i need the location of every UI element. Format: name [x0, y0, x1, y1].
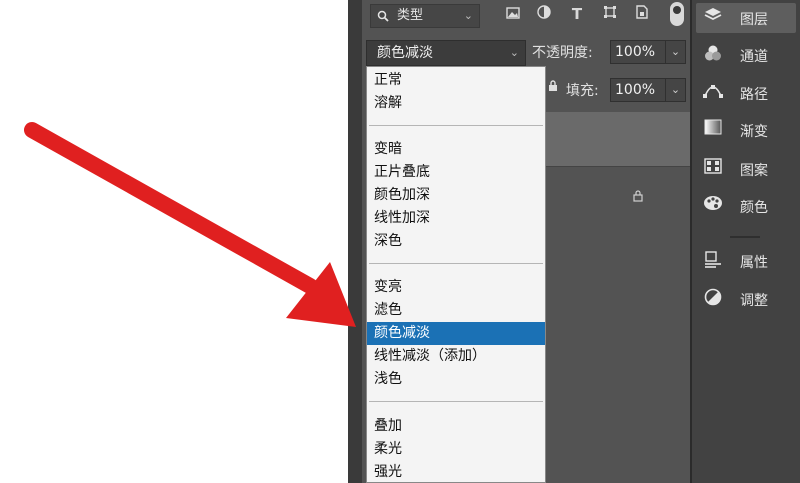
blend-option[interactable]: 正常: [367, 69, 545, 92]
dock-item-label: 通道: [740, 49, 768, 65]
menu-separator: [369, 401, 543, 402]
adjustment-filter-icon[interactable]: [534, 4, 554, 24]
blend-option[interactable]: 线性减淡（添加）: [367, 345, 545, 368]
menu-separator: [369, 125, 543, 126]
dock-item-channels[interactable]: 通道: [696, 40, 796, 70]
opacity-label: 不透明度:: [532, 45, 593, 61]
dock-divider: [730, 236, 760, 238]
dock-item-label: 路径: [740, 87, 768, 103]
dock-item-color[interactable]: 颜色: [696, 191, 796, 221]
dock-item-patterns[interactable]: 图案: [696, 154, 796, 184]
blend-option[interactable]: 叠加: [367, 415, 545, 438]
blend-option[interactable]: 线性加深: [367, 207, 545, 230]
paths-icon: [702, 82, 724, 104]
blend-option[interactable]: 变亮: [367, 276, 545, 299]
blend-option[interactable]: 强光: [367, 461, 545, 482]
dock-item-label: 颜色: [740, 200, 768, 216]
opacity-field[interactable]: 100%: [610, 40, 666, 64]
canvas-area: [0, 0, 362, 483]
chevron-down-icon: ⌄: [509, 46, 519, 59]
type-filter-icon[interactable]: T: [567, 4, 587, 24]
menu-separator: [369, 263, 543, 264]
gradients-icon: [702, 119, 724, 141]
blend-option[interactable]: 深色: [367, 230, 545, 253]
smart-object-filter-icon[interactable]: [632, 4, 652, 24]
panel-border: [348, 0, 362, 483]
filter-toggle[interactable]: [670, 2, 684, 26]
blend-option[interactable]: 变暗: [367, 138, 545, 161]
blend-mode-value: 颜色减淡: [377, 45, 433, 61]
dock-item-label: 渐变: [740, 124, 768, 140]
blend-mode-dropdown[interactable]: 正常 溶解 变暗 正片叠底 颜色加深 线性加深 深色 变亮 滤色 颜色减淡 线性…: [366, 66, 546, 483]
image-filter-icon[interactable]: [503, 4, 523, 24]
dock-item-properties[interactable]: 属性: [696, 246, 796, 276]
channels-icon: [702, 44, 724, 66]
fill-field[interactable]: 100%: [610, 78, 666, 102]
blend-option[interactable]: 滤色: [367, 299, 545, 322]
blend-mode-select[interactable]: 颜色减淡 ⌄: [366, 40, 526, 66]
fill-label: 填充:: [566, 83, 599, 99]
panel-dock: [690, 0, 800, 483]
shape-filter-icon[interactable]: [600, 4, 620, 24]
layer-row[interactable]: [546, 166, 690, 229]
dock-item-label: 调整: [740, 293, 768, 309]
chevron-down-icon: ⌄: [463, 9, 473, 22]
opacity-chevron-icon[interactable]: ⌄: [666, 40, 686, 64]
layer-lock-icon: [633, 190, 643, 206]
fill-chevron-icon[interactable]: ⌄: [666, 78, 686, 102]
dock-item-paths[interactable]: 路径: [696, 78, 796, 108]
dock-item-label: 属性: [740, 255, 768, 271]
blend-option[interactable]: 颜色加深: [367, 184, 545, 207]
layers-icon: [702, 7, 724, 29]
search-icon: [377, 10, 389, 22]
dock-item-layers[interactable]: 图层: [696, 3, 796, 33]
kind-filter-select[interactable]: 类型 ⌄: [370, 4, 480, 28]
properties-icon: [702, 250, 724, 272]
patterns-icon: [702, 158, 724, 180]
kind-filter-label: 类型: [397, 8, 424, 23]
dock-item-label: 图层: [740, 12, 768, 28]
blend-option[interactable]: 正片叠底: [367, 161, 545, 184]
dock-item-gradients[interactable]: 渐变: [696, 115, 796, 145]
blend-option-selected[interactable]: 颜色减淡: [367, 322, 545, 345]
dock-item-adjustments[interactable]: 调整: [696, 284, 796, 314]
layer-row[interactable]: [546, 112, 690, 166]
lock-icon[interactable]: [548, 80, 558, 96]
dock-item-label: 图案: [740, 163, 768, 179]
adjustments-icon: [702, 288, 724, 310]
blend-option[interactable]: 溶解: [367, 92, 545, 115]
blend-option[interactable]: 柔光: [367, 438, 545, 461]
color-icon: [702, 195, 724, 217]
blend-option[interactable]: 浅色: [367, 368, 545, 391]
